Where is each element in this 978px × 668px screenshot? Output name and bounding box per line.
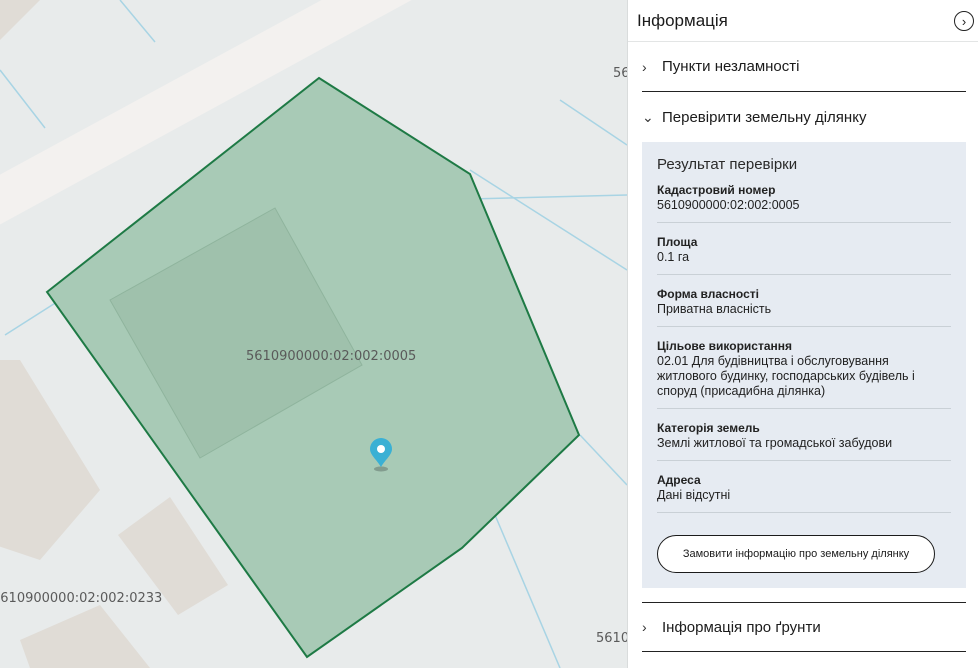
field-purpose: Цільове використання 02.01 Для будівницт… — [657, 339, 951, 409]
section-soil-info[interactable]: › Інформація про ґрунти — [642, 602, 966, 652]
field-label: Кадастровий номер — [657, 183, 776, 197]
building-shape — [0, 0, 40, 40]
field-ownership: Форма власності Приватна власність — [657, 287, 951, 327]
field-label: Цільове використання — [657, 339, 793, 353]
section-label: Інформація про ґрунти — [662, 618, 821, 636]
field-value: 5610900000:02:002:0005 — [657, 198, 800, 212]
info-panel: Інформація › › Пункти незламності ⌄ Пере… — [627, 0, 978, 668]
check-result: Результат перевірки Кадастровий номер 56… — [642, 142, 966, 588]
section-label: Пункти незламності — [662, 58, 800, 75]
map-view[interactable]: 5610900000:02:002:0005 5610900000:02:002… — [0, 0, 627, 668]
result-title: Результат перевірки — [657, 156, 798, 173]
section-label: Перевірити земельну ділянку — [662, 108, 867, 126]
edge-parcel-label-bottom: 5610 — [596, 631, 627, 646]
building-shape — [0, 360, 100, 560]
panel-title: Інформація — [637, 10, 728, 30]
chevron-right-icon: › — [642, 58, 647, 75]
panel-header: Інформація › — [628, 0, 978, 42]
field-address: Адреса Дані відсутні — [657, 473, 951, 513]
field-value: Дані відсутні — [657, 488, 731, 502]
parcel-label: 5610900000:02:002:0005 — [246, 349, 417, 364]
field-label: Форма власності — [657, 287, 759, 301]
field-label: Адреса — [657, 473, 701, 487]
building-shape — [20, 605, 150, 668]
field-value: Землі житлової та громадської забудови — [657, 436, 893, 450]
chevron-down-icon: ⌄ — [642, 108, 654, 125]
collapse-panel-button[interactable]: › — [954, 11, 974, 31]
section-check-parcel[interactable]: ⌄ Перевірити земельну ділянку — [642, 92, 966, 142]
edge-parcel-label: 561 — [613, 66, 627, 81]
field-label: Площа — [657, 235, 698, 249]
field-value: 0.1 га — [657, 250, 690, 264]
chevron-right-icon: › — [642, 619, 647, 635]
neighbor-parcel-label: 5610900000:02:002:0233 — [0, 591, 163, 606]
field-land-category: Категорія земель Землі житлової та грома… — [657, 421, 951, 461]
field-label: Категорія земель — [657, 421, 760, 435]
field-value: 02.01 Для будівництва і обслуговування ж… — [657, 354, 915, 398]
field-area: Площа 0.1 га — [657, 235, 951, 275]
section-resilience-points[interactable]: › Пункти незламності — [642, 42, 966, 92]
map-canvas[interactable] — [0, 0, 627, 668]
field-value: Приватна власність — [657, 302, 772, 316]
chevron-right-icon: › — [961, 13, 967, 29]
order-parcel-info-button[interactable]: Замовити інформацію про земельну ділянку — [657, 535, 935, 573]
field-cadastral-number: Кадастровий номер 5610900000:02:002:0005 — [657, 183, 951, 223]
